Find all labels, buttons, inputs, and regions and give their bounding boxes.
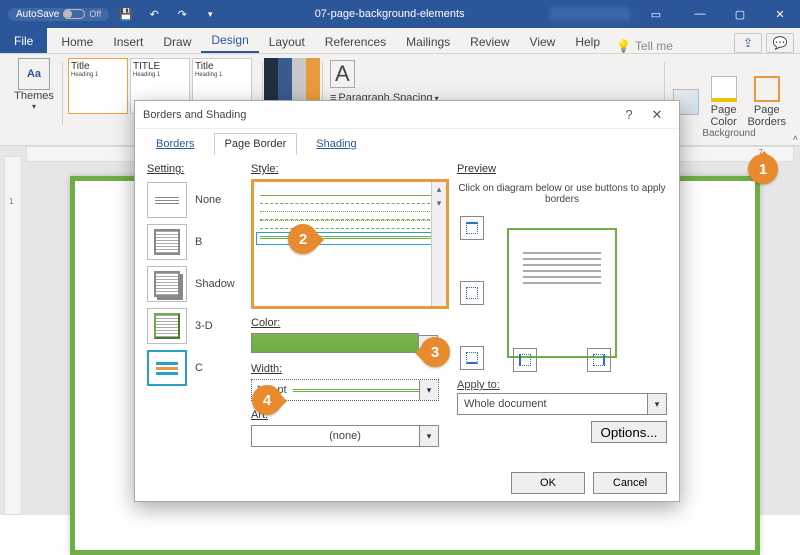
color-dropdown[interactable] [251, 333, 419, 353]
group-label-background: Background [664, 128, 794, 139]
lightbulb-icon: 💡 [616, 39, 631, 53]
toggle-off-icon [63, 9, 85, 19]
art-value: (none) [329, 430, 361, 442]
undo-icon[interactable]: ↶ [143, 3, 165, 25]
tab-help[interactable]: Help [565, 31, 610, 53]
callout-1: 1 [748, 154, 778, 184]
tab-insert[interactable]: Insert [103, 31, 153, 53]
tab-references[interactable]: References [315, 31, 396, 53]
page-borders-button[interactable]: Page Borders [745, 74, 788, 130]
themes-label: Themes [14, 90, 54, 102]
cancel-button[interactable]: Cancel [593, 472, 667, 494]
tab-design[interactable]: Design [201, 29, 258, 53]
preview-page[interactable] [507, 228, 617, 358]
close-icon[interactable]: ✕ [760, 0, 800, 28]
apply-to-value: Whole document [464, 398, 547, 410]
dialog-title: Borders and Shading [143, 109, 246, 121]
tell-me-search[interactable]: 💡 Tell me [616, 39, 673, 53]
dialog-tab-shading[interactable]: Shading [305, 133, 367, 155]
autosave-label: AutoSave [16, 9, 59, 20]
comments-icon[interactable]: 💬 [766, 33, 794, 53]
window-titlebar: AutoSave Off 💾 ↶ ↷ ▾ 07-page-background-… [0, 0, 800, 28]
share-icon[interactable]: ⇪ [734, 33, 762, 53]
tab-review[interactable]: Review [460, 31, 519, 53]
border-left-button[interactable] [513, 348, 537, 372]
ruler-mark-1: 1 [9, 197, 13, 206]
dialog-footer: OK Cancel [135, 465, 679, 501]
tell-me-label: Tell me [635, 39, 673, 53]
quick-access-toolbar: AutoSave Off 💾 ↶ ↷ ▾ [0, 3, 229, 25]
tab-layout[interactable]: Layout [259, 31, 315, 53]
tab-file[interactable]: File [0, 28, 47, 53]
account-name-blurred [550, 7, 630, 21]
themes-icon: Aa [18, 58, 50, 90]
preview-hint: Click on diagram below or use buttons to… [457, 183, 667, 205]
style-heading: Style: [251, 163, 449, 175]
redo-icon[interactable]: ↷ [171, 3, 193, 25]
apply-to-dropdown[interactable]: Whole document [457, 393, 667, 415]
dialog-help-icon[interactable]: ? [615, 105, 643, 125]
width-heading: Width: [251, 363, 449, 375]
dialog-close-icon[interactable]: ✕ [643, 105, 671, 125]
scroll-down-icon[interactable]: ▾ [432, 196, 446, 210]
scroll-up-icon[interactable]: ▴ [432, 182, 446, 196]
fonts-button[interactable]: A [328, 58, 357, 90]
setting-box[interactable]: B [147, 221, 243, 263]
page-color-label: Page Color [710, 104, 738, 128]
collapse-ribbon-icon[interactable]: ˄ [793, 133, 798, 143]
page-color-button[interactable]: Page Color [708, 74, 740, 130]
dialog-tab-borders[interactable]: Borders [145, 133, 206, 155]
style-listbox[interactable]: ▴▾ [251, 179, 449, 309]
border-top-button[interactable] [460, 216, 484, 240]
setting-shadow[interactable]: Shadow [147, 263, 243, 305]
border-bottom-button[interactable] [460, 346, 484, 370]
setting-3d[interactable]: 3-D [147, 305, 243, 347]
callout-4: 4 [252, 385, 282, 415]
tab-home[interactable]: Home [51, 31, 103, 53]
setting-heading: Setting: [147, 163, 243, 175]
vertical-ruler[interactable]: 1 [4, 156, 22, 515]
fonts-icon: A [330, 60, 355, 88]
qat-dropdown-icon[interactable]: ▾ [199, 3, 221, 25]
themes-button[interactable]: Aa Themes ▾ [9, 58, 59, 111]
document-title: 07-page-background-elements [229, 8, 550, 20]
art-heading: Art: [251, 409, 449, 421]
setting-custom[interactable]: C [147, 347, 243, 389]
borders-shading-dialog: Borders and Shading ? ✕ Borders Page Bor… [134, 100, 680, 502]
preview-diagram [457, 213, 667, 373]
callout-3: 3 [420, 337, 450, 367]
ribbon-options-icon[interactable]: ▭ [636, 0, 676, 28]
page-color-icon [711, 76, 737, 102]
tab-draw[interactable]: Draw [153, 31, 201, 53]
style-scrollbar[interactable]: ▴▾ [431, 182, 446, 306]
ribbon-tabs: File Home Insert Draw Design Layout Refe… [0, 28, 800, 54]
chevron-down-icon: ▾ [32, 102, 36, 111]
dialog-tab-page-border[interactable]: Page Border [214, 133, 298, 155]
setting-none[interactable]: None [147, 179, 243, 221]
minimize-icon[interactable]: — [680, 0, 720, 28]
callout-2: 2 [288, 224, 318, 254]
color-heading: Color: [251, 317, 449, 329]
style-set-1[interactable]: TitleHeading 1 [68, 58, 128, 114]
ok-button[interactable]: OK [511, 472, 585, 494]
apply-to-label: Apply to: [457, 379, 667, 391]
preview-heading: Preview [457, 163, 667, 175]
page-borders-label: Page Borders [747, 104, 786, 128]
border-right-button[interactable] [587, 348, 611, 372]
dialog-tabs: Borders Page Border Shading [135, 129, 679, 155]
options-button[interactable]: Options... [591, 421, 667, 443]
save-icon[interactable]: 💾 [115, 3, 137, 25]
art-dropdown[interactable]: (none) [251, 425, 439, 447]
autosave-toggle[interactable]: AutoSave Off [8, 8, 109, 21]
tab-mailings[interactable]: Mailings [396, 31, 460, 53]
autosave-state: Off [89, 9, 101, 19]
tab-view[interactable]: View [520, 31, 566, 53]
page-borders-icon [754, 76, 780, 102]
maximize-icon[interactable]: ▢ [720, 0, 760, 28]
border-middle-h-button[interactable] [460, 281, 484, 305]
dialog-titlebar[interactable]: Borders and Shading ? ✕ [135, 101, 679, 129]
